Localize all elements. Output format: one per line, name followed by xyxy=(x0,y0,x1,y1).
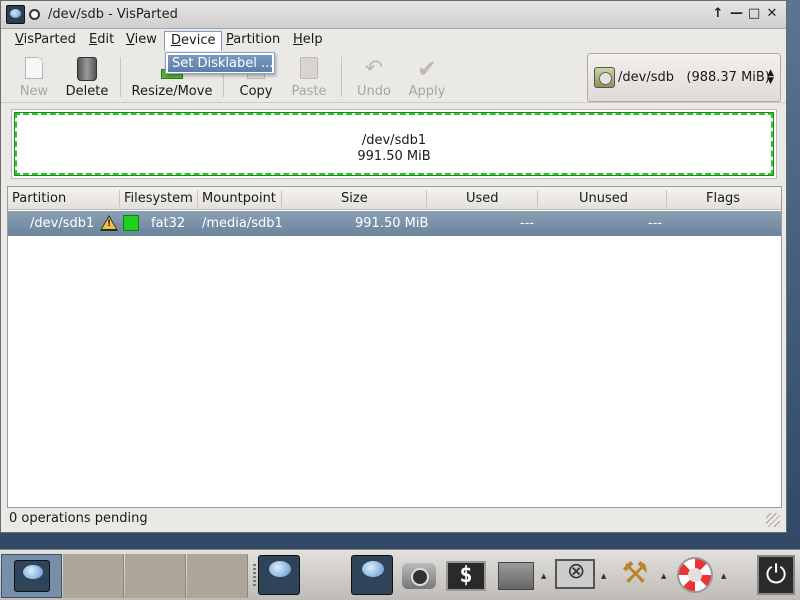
checkmark-icon: ✔ xyxy=(416,55,438,83)
table-row[interactable]: /dev/sdb1 ! fat32 /media/sdb1 991.50 MiB… xyxy=(8,211,781,236)
partition-block-name: /dev/sdb1 xyxy=(361,133,427,148)
cell-used: --- xyxy=(520,216,535,231)
undo-icon: ↶ xyxy=(364,56,384,81)
cell-size: 991.50 MiB xyxy=(355,216,429,231)
apply-button[interactable]: ✔ Apply xyxy=(405,55,449,99)
menu-arrow-icon[interactable]: ▲ xyxy=(661,572,666,580)
minimize-button[interactable]: — xyxy=(730,6,743,22)
menu-help[interactable]: Help xyxy=(287,31,329,51)
paste-label: Paste xyxy=(291,84,327,99)
resize-label: Resize/Move xyxy=(131,84,213,99)
table-header: Partition Filesystem Mountpoint Size Use… xyxy=(8,187,781,210)
column-divider xyxy=(666,190,667,207)
menu-partition[interactable]: Partition xyxy=(220,31,286,51)
help-icon[interactable] xyxy=(677,557,713,593)
partition-block-size: 991.50 MiB xyxy=(357,149,431,164)
device-selector-value: /dev/sdb (988.37 MiB) xyxy=(618,70,770,85)
maximize-button[interactable]: □ xyxy=(748,6,760,22)
taskbar-handle[interactable] xyxy=(253,564,256,588)
column-header-mountpoint[interactable]: Mountpoint xyxy=(202,191,276,206)
column-divider xyxy=(426,190,427,207)
column-header-flags[interactable]: Flags xyxy=(706,191,740,206)
monitor-icon[interactable] xyxy=(555,559,595,589)
app-icon[interactable] xyxy=(6,5,25,24)
visparted-icon[interactable] xyxy=(351,555,393,595)
app-window: /dev/sdb - VisParted ↑ — □ ✕ VisParted E… xyxy=(0,0,787,533)
cell-partition: /dev/sdb1 xyxy=(30,216,95,231)
task-slot-empty[interactable] xyxy=(125,554,186,598)
delete-button[interactable]: Delete xyxy=(63,55,111,99)
copy-label: Copy xyxy=(239,84,273,99)
window-menu-icon[interactable] xyxy=(29,9,40,20)
power-icon[interactable]: ⏻ xyxy=(757,555,795,595)
menu-device[interactable]: Device xyxy=(164,31,223,51)
warning-mark: ! xyxy=(107,219,112,229)
menu-arrow-icon[interactable]: ▲ xyxy=(721,572,726,580)
toolbar-separator xyxy=(120,57,121,97)
folder-icon[interactable] xyxy=(498,562,534,590)
set-disklabel-menu-item[interactable]: Set Disklabel ... xyxy=(168,55,272,72)
menu-arrow-icon[interactable]: ▲ xyxy=(541,572,546,580)
column-divider xyxy=(537,190,538,207)
delete-label: Delete xyxy=(65,84,109,99)
status-bar: 0 operations pending xyxy=(1,509,786,531)
menu-visparted[interactable]: VisParted xyxy=(9,31,82,51)
column-header-unused[interactable]: Unused xyxy=(579,191,628,206)
apply-label: Apply xyxy=(408,84,446,99)
status-text: 0 operations pending xyxy=(9,511,148,526)
new-label: New xyxy=(19,84,49,99)
undo-label: Undo xyxy=(357,84,391,99)
menu-arrow-icon[interactable]: ▲ xyxy=(601,572,606,580)
device-selector[interactable]: /dev/sdb (988.37 MiB) ▲ ▼ xyxy=(587,53,781,102)
column-header-size[interactable]: Size xyxy=(341,191,368,206)
window-title: /dev/sdb - VisParted xyxy=(48,7,178,22)
cell-filesystem: fat32 xyxy=(151,216,186,231)
visparted-icon xyxy=(14,560,50,592)
toolbar-separator xyxy=(341,57,342,97)
cell-mountpoint: /media/sdb1 xyxy=(202,216,283,231)
spin-arrows-icon: ▲ ▼ xyxy=(767,68,774,86)
menu-view[interactable]: View xyxy=(120,31,163,51)
partition-block-sdb1[interactable]: /dev/sdb1 991.50 MiB xyxy=(14,112,774,176)
taskbar: $ ▲ ▲ ⚒ ▲ ▲ ⏻ xyxy=(0,549,800,600)
hard-disk-icon xyxy=(594,67,615,88)
task-slot-empty[interactable] xyxy=(187,554,248,598)
filesystem-color-swatch xyxy=(123,215,139,231)
paste-icon xyxy=(300,57,318,79)
partition-table: Partition Filesystem Mountpoint Size Use… xyxy=(7,186,782,508)
visparted-launcher-icon[interactable] xyxy=(258,555,300,595)
new-partition-icon xyxy=(25,57,43,79)
task-visparted[interactable] xyxy=(1,554,62,598)
trash-icon xyxy=(77,57,97,81)
column-header-used[interactable]: Used xyxy=(466,191,499,206)
raise-window-button[interactable]: ↑ xyxy=(712,6,724,22)
menu-edit[interactable]: Edit xyxy=(83,31,120,51)
menu-bar: VisParted Edit View Device Partition Hel… xyxy=(1,29,786,51)
title-bar[interactable]: /dev/sdb - VisParted ↑ — □ ✕ xyxy=(1,1,786,29)
new-button[interactable]: New xyxy=(13,55,55,99)
camera-icon[interactable] xyxy=(402,563,436,589)
column-divider xyxy=(119,190,120,207)
device-menu-dropdown: Set Disklabel ... xyxy=(165,52,275,74)
cell-unused: --- xyxy=(648,216,663,231)
close-button[interactable]: ✕ xyxy=(766,6,778,22)
column-divider xyxy=(197,190,198,207)
terminal-icon[interactable]: $ xyxy=(446,561,486,591)
task-slot-empty[interactable] xyxy=(63,554,124,598)
resize-grip-icon[interactable] xyxy=(766,513,780,527)
disk-graphic: /dev/sdb1 991.50 MiB xyxy=(11,109,777,179)
column-header-partition[interactable]: Partition xyxy=(12,191,66,206)
undo-button[interactable]: ↶ Undo xyxy=(353,55,395,100)
paste-button[interactable]: Paste xyxy=(287,55,331,99)
tools-icon[interactable]: ⚒ xyxy=(616,555,654,593)
column-divider xyxy=(281,190,282,207)
column-header-filesystem[interactable]: Filesystem xyxy=(124,191,193,206)
